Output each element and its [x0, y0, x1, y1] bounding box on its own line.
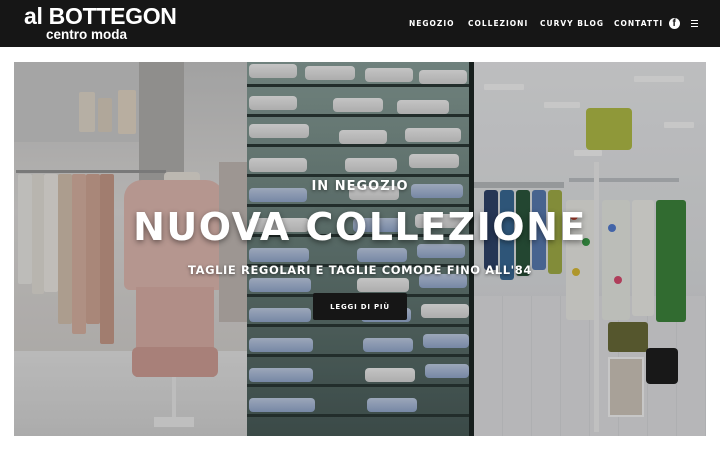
nav-item-contatti[interactable]: CONTATTI	[614, 19, 663, 28]
brand-name: al BOTTEGON	[24, 3, 177, 29]
hero-subtitle: IN NEGOZIO	[311, 179, 409, 194]
nav-item-collezioni[interactable]: COLLEZIONI	[468, 19, 528, 28]
hero-tagline: TAGLIE REGOLARI E TAGLIE COMODE FINO ALL…	[188, 263, 532, 277]
facebook-glyph: f	[672, 18, 676, 29]
brand-logo[interactable]: al BOTTEGON centro moda	[24, 5, 177, 42]
facebook-icon[interactable]: f	[669, 18, 680, 29]
nav-item-curvy-blog[interactable]: CURVY BLOG	[540, 19, 604, 28]
hero-slider: IN NEGOZIO NUOVA COLLEZIONE TAGLIE REGOL…	[14, 62, 706, 436]
hero-dark-overlay	[14, 62, 706, 436]
read-more-button[interactable]: LEGGI DI PIÙ	[313, 293, 407, 320]
site-header: al BOTTEGON centro moda NEGOZIO COLLEZIO…	[0, 0, 720, 47]
nav-item-negozio[interactable]: NEGOZIO	[409, 19, 455, 28]
brand-tagline: centro moda	[46, 27, 128, 42]
hero-title: NUOVA COLLEZIONE	[133, 205, 587, 249]
hamburger-menu-icon[interactable]	[691, 20, 698, 27]
